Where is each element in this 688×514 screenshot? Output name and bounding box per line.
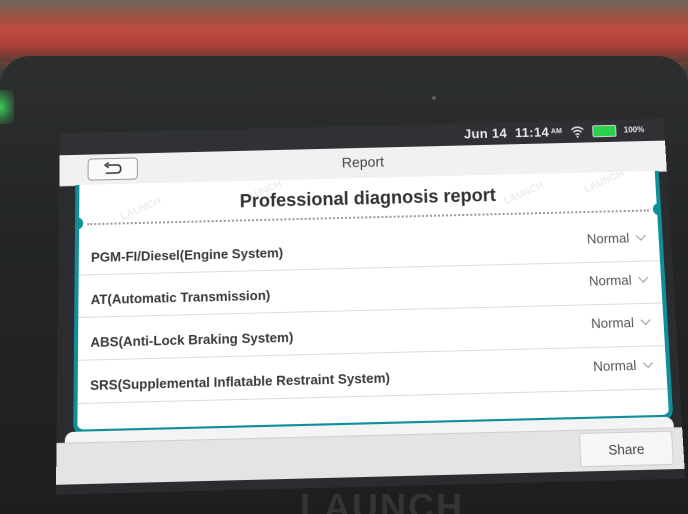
status-dropdown[interactable]: Normal [588,272,649,289]
photo-scene: Jun 14 11:14 AM 100% Report LAUNCH LAUNC… [0,0,688,514]
status-date: Jun 14 [463,125,508,142]
system-name: ABS(Anti-Lock Braking System) [90,329,294,351]
report-card: LAUNCH LAUNCH LAUNCH LAUNCH Professional… [73,170,674,436]
battery-icon [591,124,617,137]
status-indicators: Jun 14 11:14 AM 100% [464,122,645,141]
status-label: Normal [586,230,630,247]
system-list: PGM-FI/Diesel(Engine System) Normal AT(A… [77,219,668,405]
status-label: Normal [588,272,632,289]
status-ampm: AM [550,128,563,136]
share-button[interactable]: Share [578,430,674,468]
system-name: AT(Automatic Transmission) [90,287,271,308]
device-bumper [0,0,688,62]
chevron-down-icon [638,272,649,283]
divider-cap [652,202,666,216]
brand-logo: LAUNCH [300,486,464,514]
status-label: Normal [592,357,637,375]
status-dropdown[interactable]: Normal [586,230,646,247]
status-label: Normal [590,314,635,332]
status-dropdown[interactable]: Normal [592,357,654,375]
status-time: 11:14 [514,124,550,141]
status-dropdown[interactable]: Normal [590,314,651,332]
system-name: PGM-FI/Diesel(Engine System) [90,244,284,266]
power-led [0,90,14,124]
battery-percent: 100% [623,125,645,135]
chevron-down-icon [635,230,646,241]
system-name: SRS(Supplemental Inflatable Restraint Sy… [90,369,391,394]
chevron-down-icon [640,314,651,326]
divider-cap [73,217,84,230]
tablet-screen: Jun 14 11:14 AM 100% Report LAUNCH LAUNC… [55,118,686,495]
chevron-down-icon [642,357,654,369]
camera-icon [432,96,436,100]
wifi-icon [570,125,585,138]
